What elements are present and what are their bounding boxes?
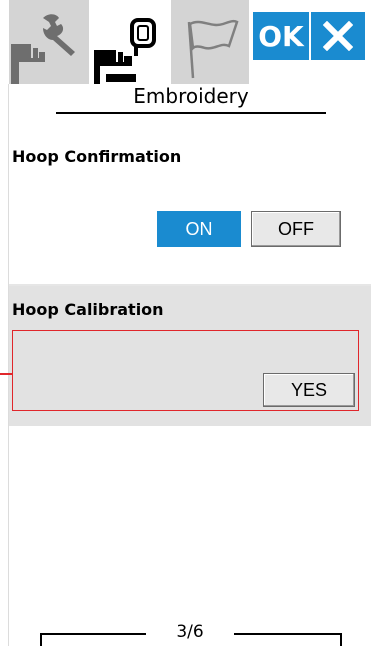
hoop-calibration-label: Hoop Calibration: [12, 300, 164, 319]
ok-button[interactable]: OK: [253, 12, 309, 60]
page-title: Embroidery: [133, 84, 249, 108]
hoop-confirmation-off-button[interactable]: OFF: [251, 211, 341, 247]
hoop-calibration-yes-button[interactable]: YES: [263, 373, 355, 407]
tab-settings-embroidery[interactable]: [90, 0, 170, 84]
tab-settings-general[interactable]: [9, 0, 89, 84]
sewing-machine-embroidery-icon: [94, 18, 156, 84]
pager-tick-right: [340, 633, 342, 646]
close-icon: [323, 21, 353, 51]
callout-pointer-line: [0, 373, 12, 375]
top-toolbar: OK: [0, 0, 371, 84]
pager-tick-left: [40, 633, 42, 646]
hoop-confirmation-on-button[interactable]: ON: [157, 211, 241, 247]
hoop-confirmation-label: Hoop Confirmation: [12, 147, 182, 166]
close-button[interactable]: [311, 12, 365, 60]
pager-line-left: [40, 633, 146, 635]
page-indicator: 3/6: [176, 622, 204, 642]
sewing-machine-wrench-icon: [11, 14, 75, 84]
pager-line-right: [234, 633, 342, 635]
tab-settings-language[interactable]: [171, 0, 249, 84]
page-title-bar: Embroidery: [56, 84, 326, 114]
flag-icon: [187, 19, 239, 79]
